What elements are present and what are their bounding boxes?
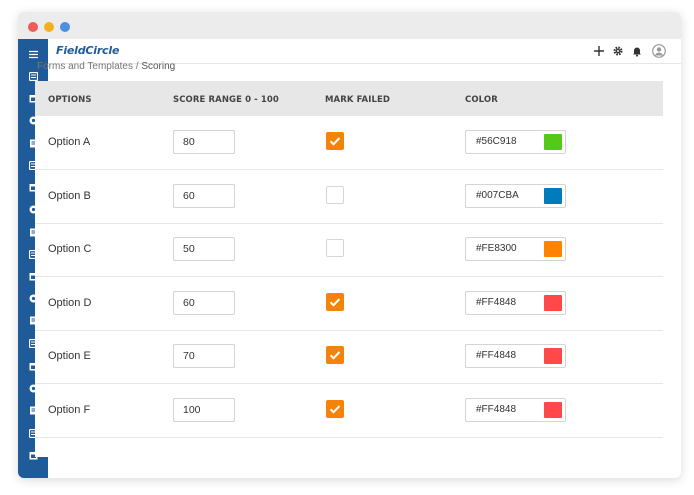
header-score-range: SCORE RANGE 0 - 100 (173, 95, 279, 105)
header-color: COLOR (465, 95, 498, 105)
mark-failed-checkbox[interactable] (326, 400, 344, 418)
menu-icon[interactable] (26, 47, 40, 61)
gear-icon[interactable] (612, 45, 624, 57)
color-hex-value: #007CBA (476, 189, 519, 201)
mark-failed-checkbox[interactable] (326, 292, 344, 311)
score-input[interactable]: 60 (173, 290, 235, 315)
color-swatch[interactable] (544, 294, 562, 311)
header-mark-failed: MARK FAILED (325, 95, 391, 105)
option-label: Option A (48, 136, 91, 148)
close-window-dot[interactable] (28, 22, 38, 32)
table-header: OPTIONS SCORE RANGE 0 - 100 MARK FAILED … (35, 81, 663, 116)
color-hex-value: #FF4848 (476, 350, 517, 362)
header-options: OPTIONS (48, 95, 92, 105)
mark-failed-checkbox[interactable] (326, 185, 344, 204)
score-input[interactable]: 50 (173, 237, 235, 262)
color-hex-value: #FE8300 (476, 243, 517, 255)
mark-failed-checkbox[interactable] (326, 346, 344, 365)
breadcrumb-parent[interactable]: Forms and Templates (37, 61, 133, 72)
minimize-window-dot[interactable] (44, 22, 54, 32)
bell-icon[interactable] (631, 45, 643, 57)
option-label: Option B (48, 189, 91, 202)
checkmark-icon (329, 351, 341, 361)
color-picker-field[interactable]: #FF4848 (465, 398, 566, 422)
plus-icon[interactable] (593, 45, 605, 57)
app-logo[interactable]: FieldCircle (56, 44, 119, 57)
mark-failed-checkbox[interactable] (326, 132, 344, 150)
checkmark-icon (329, 137, 341, 146)
table-row: Option D 60 #FF4848 (35, 277, 663, 331)
window-titlebar (18, 12, 681, 39)
scoring-table: OPTIONS SCORE RANGE 0 - 100 MARK FAILED … (35, 81, 663, 457)
option-label: Option C (48, 243, 92, 256)
table-row: Option A 80 #56C918 (35, 116, 663, 170)
checkmark-icon (329, 298, 341, 307)
score-input[interactable]: 80 (173, 130, 235, 154)
user-avatar-icon[interactable] (652, 44, 666, 58)
option-label: Option D (48, 296, 92, 309)
checkmark-icon (329, 405, 341, 414)
option-label: Option F (48, 404, 91, 416)
mark-failed-checkbox[interactable] (326, 239, 344, 258)
color-swatch[interactable] (544, 241, 562, 258)
score-input[interactable]: 100 (173, 398, 235, 422)
color-swatch[interactable] (544, 348, 562, 365)
score-input[interactable]: 60 (173, 183, 235, 208)
table-row: Option E 70 #FF4848 (35, 330, 663, 385)
score-input[interactable]: 70 (173, 344, 235, 369)
color-picker-field[interactable]: #FF4848 (465, 290, 566, 315)
table-row: Option B 60 #007CBA (35, 170, 663, 224)
color-picker-field[interactable]: #FE8300 (465, 237, 566, 262)
color-hex-value: #56C918 (476, 136, 517, 147)
color-swatch[interactable] (544, 134, 562, 150)
color-picker-field[interactable]: #FF4848 (465, 344, 566, 369)
table-row: Option F 100 #FF4848 (35, 384, 663, 438)
color-picker-field[interactable]: #007CBA (465, 183, 566, 208)
color-swatch[interactable] (544, 402, 562, 418)
option-label: Option E (48, 350, 91, 363)
color-hex-value: #FF4848 (476, 296, 517, 308)
table-row: Option C 50 #FE8300 (35, 223, 663, 278)
color-hex-value: #FF4848 (476, 404, 517, 415)
maximize-window-dot[interactable] (60, 22, 70, 32)
breadcrumb-current: Scoring (141, 61, 176, 72)
breadcrumb: Forms and Templates / Scoring (37, 61, 175, 72)
color-picker-field[interactable]: #56C918 (465, 130, 566, 154)
color-swatch[interactable] (544, 187, 562, 204)
